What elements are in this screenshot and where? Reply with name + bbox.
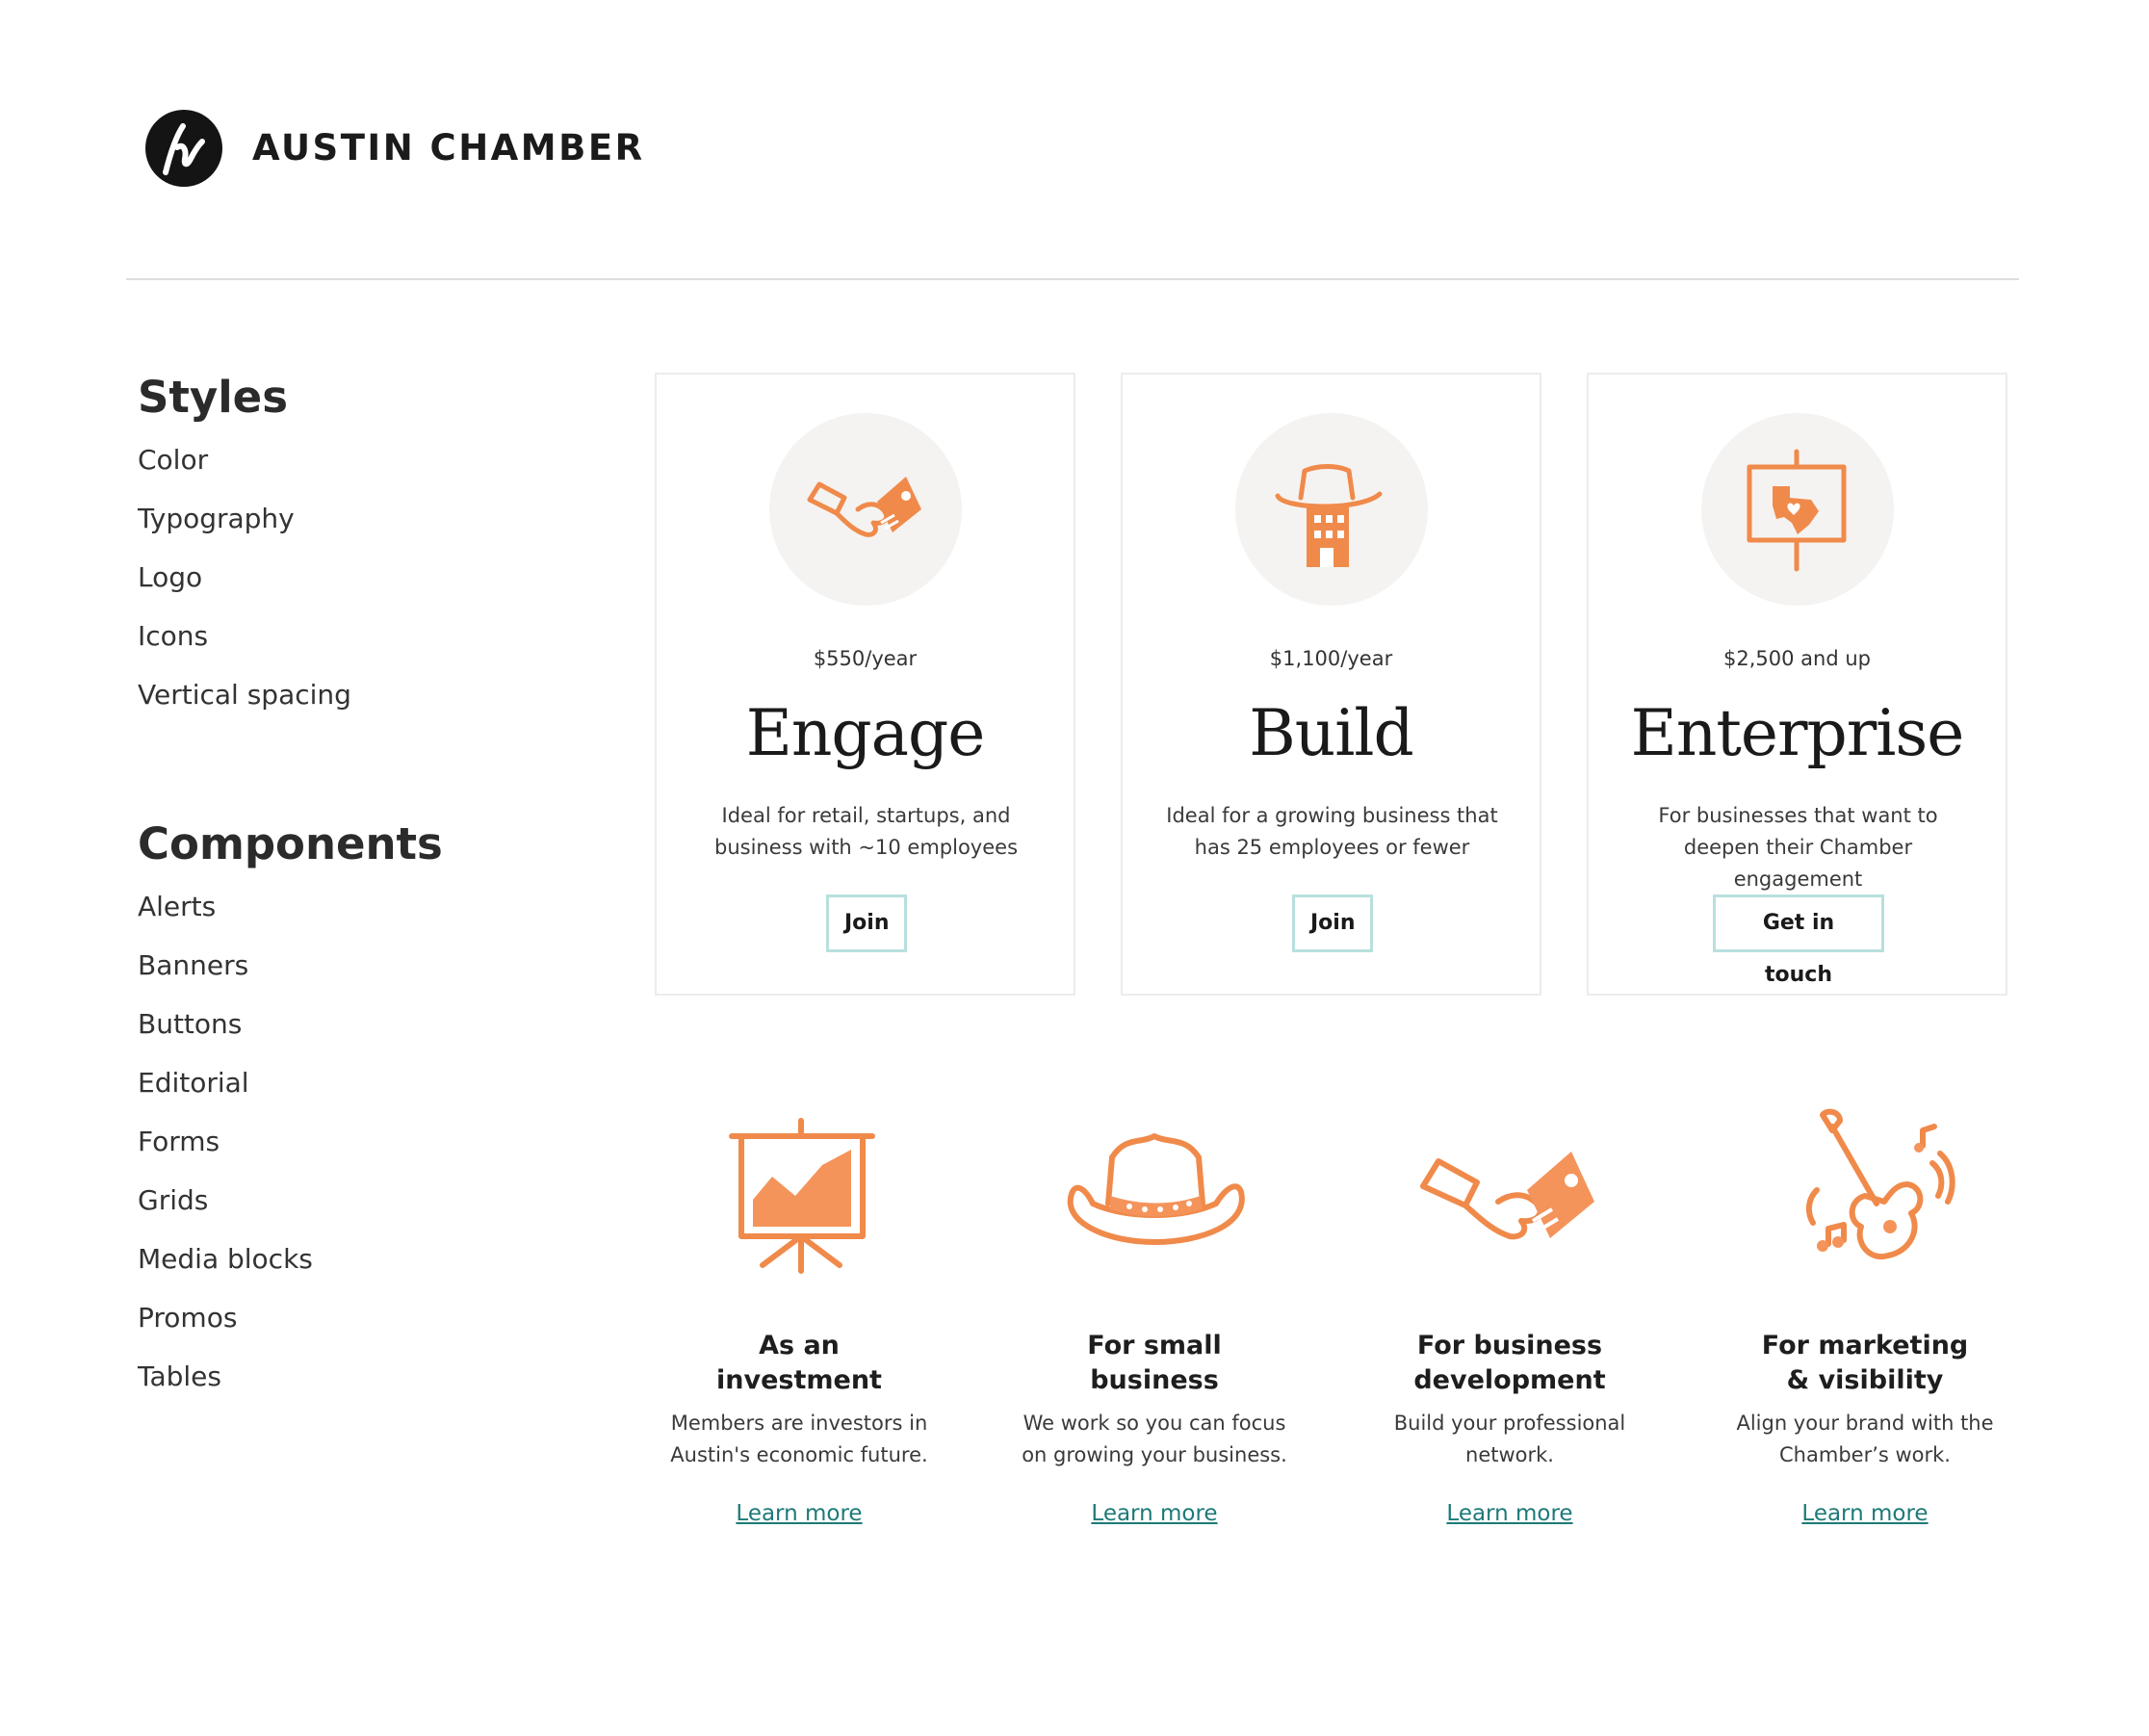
sidebar-item-alerts[interactable]: Alerts	[138, 888, 542, 946]
sidebar-item-logo[interactable]: Logo	[138, 558, 542, 617]
feature-description: Build your professional network.	[1393, 1412, 1626, 1466]
header-divider	[126, 278, 2019, 280]
handshake-icon	[1420, 1152, 1594, 1240]
card-description: Ideal for retail, startups, and business…	[713, 804, 1019, 859]
austin-chamber-logo-icon[interactable]	[144, 109, 223, 188]
sidebar-item-banners[interactable]: Banners	[138, 946, 542, 1005]
feature-description: We work so you can focus on growing your…	[1022, 1412, 1287, 1466]
styles-heading: Styles	[138, 372, 288, 423]
get-in-touch-button[interactable]: Get in touch	[1713, 894, 1884, 987]
card-title: Build	[1249, 696, 1413, 770]
sidebar-item-icons[interactable]: Icons	[138, 617, 542, 676]
feature-title: As an investment	[716, 1331, 882, 1395]
sidebar-item-color[interactable]: Color	[138, 441, 542, 500]
card-icon-circle	[1701, 413, 1894, 606]
feature-description: Members are investors in Austin's econom…	[670, 1412, 928, 1466]
components-list: Alerts Banners Buttons Editorial Forms G…	[138, 888, 542, 1416]
membership-cards: $550/year Engage Ideal for retail, start…	[655, 373, 2007, 996]
card-description: Ideal for a growing business that has 25…	[1166, 804, 1498, 859]
handshake-icon	[807, 477, 921, 537]
components-group: Components Alerts Banners Buttons Editor…	[138, 813, 542, 1416]
sidebar-nav: Styles Color Typography Logo Icons Verti…	[138, 366, 542, 1392]
presentation-chart-icon	[729, 1118, 875, 1274]
sidebar-item-media-blocks[interactable]: Media blocks	[138, 1240, 542, 1299]
styles-list: Color Typography Logo Icons Vertical spa…	[138, 441, 542, 735]
card-description: For businesses that want to deepen their…	[1658, 804, 1938, 891]
feature-title: For marketing & visibility	[1761, 1331, 1969, 1395]
texas-sign-icon	[1747, 449, 1847, 572]
cowboy-hat-icon	[1067, 1133, 1245, 1245]
learn-more-link[interactable]: Learn more	[655, 1498, 944, 1529]
feature-title: For business development	[1413, 1331, 1606, 1395]
guitar-icon	[1805, 1108, 1955, 1260]
card-price: $550/year	[813, 647, 918, 670]
learn-more-link[interactable]: Learn more	[1721, 1498, 2009, 1529]
styles-group: Styles Color Typography Logo Icons Verti…	[138, 366, 542, 735]
card-price: $1,100/year	[1269, 647, 1393, 670]
building-cowboy-hat-icon	[1275, 464, 1383, 567]
card-price: $2,500 and up	[1723, 647, 1871, 670]
feature-description: Align your brand with the Chamber’s work…	[1736, 1412, 1994, 1466]
sidebar-item-editorial[interactable]: Editorial	[138, 1064, 542, 1123]
card-icon-circle	[769, 413, 962, 606]
sidebar-item-typography[interactable]: Typography	[138, 500, 542, 558]
learn-more-link[interactable]: Learn more	[1010, 1498, 1299, 1529]
sidebar-item-buttons[interactable]: Buttons	[138, 1005, 542, 1064]
card-title: Enterprise	[1630, 696, 1965, 770]
card-title: Engage	[745, 696, 986, 770]
membership-card-engage: $550/year Engage Ideal for retail, start…	[655, 373, 1075, 996]
components-heading: Components	[138, 818, 443, 869]
learn-more-link[interactable]: Learn more	[1365, 1498, 1654, 1529]
sidebar-item-grids[interactable]: Grids	[138, 1181, 542, 1240]
join-button[interactable]: Join	[826, 894, 907, 952]
sidebar-item-tables[interactable]: Tables	[138, 1358, 542, 1416]
brand-name[interactable]: AUSTIN CHAMBER	[252, 123, 645, 173]
site-header: AUSTIN CHAMBER	[0, 0, 2149, 280]
join-button[interactable]: Join	[1292, 894, 1373, 952]
sidebar-item-promos[interactable]: Promos	[138, 1299, 542, 1358]
membership-card-build: $1,100/year Build Ideal for a growing bu…	[1121, 373, 1541, 996]
sidebar-item-forms[interactable]: Forms	[138, 1123, 542, 1181]
feature-highlights: As an investment Members are investors i…	[655, 1107, 2080, 1541]
feature-title: For small business	[1087, 1331, 1222, 1395]
sidebar-item-vertical-spacing[interactable]: Vertical spacing	[138, 676, 542, 735]
card-icon-circle	[1235, 413, 1428, 606]
membership-card-enterprise: $2,500 and up Enterprise For businesses …	[1587, 373, 2007, 996]
